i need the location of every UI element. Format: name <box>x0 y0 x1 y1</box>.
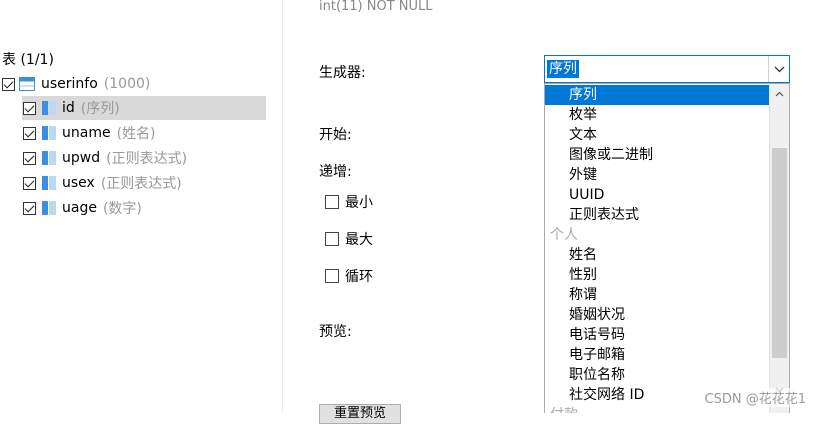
watermark-text: CSDN @花花花1 <box>702 388 808 407</box>
tree-node-uname[interactable]: uname (姓名) <box>23 121 156 145</box>
table-icon <box>19 77 35 91</box>
dropdown-item-phone[interactable]: 电话号码 <box>545 325 769 345</box>
dropdown-group-payment: 付款 <box>550 405 578 413</box>
generator-select[interactable]: 序列 <box>544 55 790 83</box>
dropdown-item-regex[interactable]: 正则表达式 <box>545 205 769 225</box>
column-icon <box>42 176 56 190</box>
column-checkbox[interactable] <box>23 101 36 115</box>
column-checkbox[interactable] <box>23 176 36 190</box>
scrollbar-thumb[interactable] <box>772 148 787 358</box>
dropdown-item-text[interactable]: 文本 <box>545 125 769 145</box>
generator-label: 生成器: <box>319 65 366 81</box>
tree-node-uage[interactable]: uage (数字) <box>23 196 142 220</box>
reset-preview-button[interactable]: 重置预览 <box>319 404 401 424</box>
scroll-up-button[interactable] <box>770 84 789 104</box>
cycle-label: 循环 <box>345 269 373 285</box>
max-option[interactable]: 最大 <box>319 229 373 249</box>
column-checkbox[interactable] <box>23 201 36 215</box>
column-generator-hint: (序列) <box>80 101 120 117</box>
dropdown-item-title[interactable]: 称谓 <box>545 285 769 305</box>
column-generator-hint: (数字) <box>102 201 142 217</box>
column-type-text: int(11) NOT NULL <box>319 0 433 14</box>
min-label: 最小 <box>345 195 373 211</box>
dropdown-item-image-binary[interactable]: 图像或二进制 <box>545 145 769 165</box>
tree-title: 表 (1/1) <box>2 52 54 68</box>
cycle-checkbox[interactable] <box>325 269 339 283</box>
column-icon <box>42 126 56 140</box>
max-label: 最大 <box>345 232 373 248</box>
table-name: userinfo <box>41 76 98 92</box>
min-option[interactable]: 最小 <box>319 192 373 212</box>
column-icon <box>42 201 56 215</box>
dropdown-item-enum[interactable]: 枚举 <box>545 105 769 125</box>
dropdown-toggle-button[interactable] <box>768 56 789 82</box>
column-name: usex <box>62 175 95 191</box>
preview-label: 预览: <box>319 324 352 340</box>
column-icon <box>42 101 56 115</box>
column-name: upwd <box>62 150 101 166</box>
column-generator-hint: (姓名) <box>116 126 156 142</box>
column-name: id <box>62 100 75 116</box>
tree-node-userinfo[interactable]: userinfo (1000) <box>2 72 264 96</box>
increment-label: 递增: <box>319 164 352 180</box>
column-checkbox[interactable] <box>23 126 36 140</box>
dropdown-item-sequence[interactable]: 序列 <box>545 85 769 105</box>
column-name: uage <box>62 200 97 216</box>
dropdown-item-uuid[interactable]: UUID <box>545 185 769 205</box>
table-checkbox[interactable] <box>2 77 15 91</box>
tree-node-upwd[interactable]: upwd (正则表达式) <box>23 146 187 170</box>
start-label: 开始: <box>319 127 352 143</box>
column-checkbox[interactable] <box>23 151 36 165</box>
chevron-up-icon <box>775 91 784 97</box>
generator-selected-value: 序列 <box>547 60 579 78</box>
dropdown-item-foreign-key[interactable]: 外键 <box>545 165 769 185</box>
table-tree-pane: 表 (1/1) userinfo (1000) id (序列) uname (姓… <box>0 0 282 413</box>
generator-dropdown-list[interactable]: 序列 枚举 文本 图像或二进制 外键 UUID 正则表达式 个人 姓名 性别 称… <box>544 83 790 413</box>
column-generator-hint: (正则表达式) <box>106 151 188 167</box>
tree-node-id[interactable]: id (序列) <box>22 96 266 120</box>
max-checkbox[interactable] <box>325 232 339 246</box>
column-icon <box>42 151 56 165</box>
dropdown-item-marital-status[interactable]: 婚姻状况 <box>545 305 769 325</box>
table-row-count: (1000) <box>103 76 151 92</box>
column-generator-hint: (正则表达式) <box>100 176 182 192</box>
min-checkbox[interactable] <box>325 195 339 209</box>
dropdown-item-gender[interactable]: 性别 <box>545 265 769 285</box>
pane-divider[interactable] <box>282 0 283 413</box>
tree-node-usex[interactable]: usex (正则表达式) <box>23 171 182 195</box>
column-name: uname <box>62 125 111 141</box>
dropdown-scrollbar[interactable] <box>769 84 789 413</box>
dropdown-group-personal: 个人 <box>550 227 578 243</box>
cycle-option[interactable]: 循环 <box>319 266 373 286</box>
chevron-down-icon <box>774 66 784 72</box>
dropdown-item-name[interactable]: 姓名 <box>545 245 769 265</box>
dropdown-item-job-title[interactable]: 职位名称 <box>545 365 769 385</box>
dropdown-item-email[interactable]: 电子邮箱 <box>545 345 769 365</box>
